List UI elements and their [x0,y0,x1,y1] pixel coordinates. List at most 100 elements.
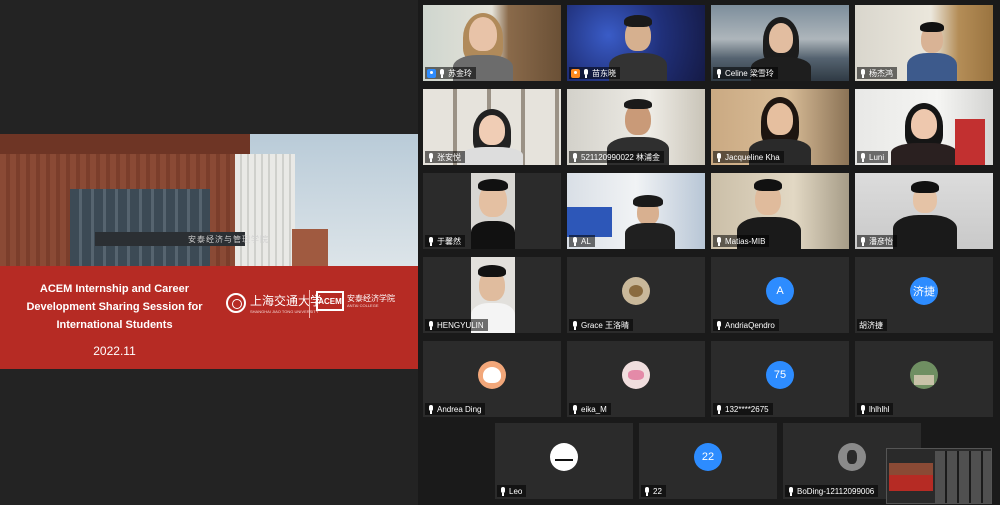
participant-name-tag: AL [569,235,595,247]
participant-name-tag: 于馨然 [425,235,465,247]
participant-name: BoDing-12112099006 [797,486,875,496]
participant-name: HENGYULIN [437,320,484,330]
participant-tile[interactable]: Jacqueline Kha [711,89,849,165]
participant-name: Jacqueline Kha [725,152,780,162]
participant-name: 于馨然 [437,236,461,246]
participant-name: Celine 梁雪玲 [725,68,774,78]
participant-name-tag: Matias-MIB [713,235,770,247]
mini-gallery-preview [935,451,991,503]
avatar [910,361,938,389]
mini-slide-preview [889,463,933,491]
sjtu-seal-icon [226,293,246,313]
microphone-icon [715,236,723,246]
participant-name-tag: 张安悦 [425,151,465,163]
participant-tile[interactable]: 张安悦 [423,89,561,165]
participant-name-tag: 潘彦怡 [857,235,897,247]
participant-name: lhlhlhl [869,404,890,414]
participant-tile[interactable]: Matias-MIB [711,173,849,249]
participant-tile[interactable]: 苗东晓 [567,5,705,81]
participant-name: Grace 王洛晴 [581,320,630,330]
participant-name-tag: 胡济捷 [857,319,887,331]
participant-name-tag: 521120990022 林浦金 [569,151,665,163]
participant-tile[interactable]: 杨杰鸿 [855,5,993,81]
participant-name-tag: Jacqueline Kha [713,151,784,163]
participant-tile[interactable]: eika_M [567,341,705,417]
avatar [838,443,866,471]
microphone-icon [859,68,867,78]
participant-name: AL [581,236,591,246]
microphone-icon [427,236,435,246]
participant-name-tag: Leo [497,485,527,497]
microphone-icon [427,152,435,162]
sjtu-subtitle: SHANGHAI JIAO TONG UNIVERSITY [250,309,319,314]
participant-name: 张安悦 [437,152,461,162]
slide-title-line: International Students [56,319,173,331]
participant-name-tag: AndriaQendro [713,319,779,331]
participant-tile[interactable]: Luni [855,89,993,165]
self-view-thumbnail[interactable] [886,448,992,504]
participant-name: Leo [509,486,523,496]
microphone-icon [427,404,435,414]
microphone-icon [859,236,867,246]
microphone-icon [715,404,723,414]
video-gallery: 苏金玲 苗东晓 Celine 梁雪玲 杨杰鸿 张安悦 521120990022 … [418,0,1000,505]
avatar: A [766,277,794,305]
co-host-badge-icon [571,68,580,78]
microphone-icon [859,152,867,162]
participant-name-tag: Luni [857,151,889,163]
microphone-icon [438,68,446,78]
participant-tile[interactable]: 苏金玲 [423,5,561,81]
participant-tile[interactable]: AL [567,173,705,249]
participant-tile[interactable]: 75 132****2675 [711,341,849,417]
participant-tile[interactable]: 22 22 [639,423,777,499]
participant-tile[interactable]: Leo [495,423,633,499]
avatar [550,443,578,471]
avatar: 75 [766,361,794,389]
participant-name-tag: HENGYULIN [425,319,488,331]
building-sign: 安泰经济与管理学院 [188,235,269,244]
participant-name: 521120990022 林浦金 [581,152,661,162]
slide-title-line: ACEM Internship and Career [39,283,190,295]
sjtu-name: 上海交通大学 [250,294,323,308]
participant-name-tag: 22 [641,485,666,497]
slide-building-roof [0,134,250,154]
microphone-icon [571,404,579,414]
participant-name: 苗东晓 [592,68,616,78]
participant-name-tag: 苏金玲 [425,67,476,79]
microphone-icon [715,152,723,162]
participant-name: 潘彦怡 [869,236,893,246]
slide-date: 2022.11 [93,344,136,358]
logo-divider [309,290,310,318]
participant-name: Luni [869,152,885,162]
participant-name: AndriaQendro [725,320,775,330]
microphone-icon [859,404,867,414]
microphone-icon [571,152,579,162]
microphone-icon [571,320,579,330]
participant-name: eika_M [581,404,607,414]
participant-tile[interactable]: A AndriaQendro [711,257,849,333]
presentation-slide: 安泰经济与管理学院 ACEM Internship and Career Dev… [0,134,418,369]
participant-name: 132****2675 [725,404,769,414]
slide-building-white [235,154,295,284]
participant-tile[interactable]: 于馨然 [423,173,561,249]
participant-tile[interactable]: Celine 梁雪玲 [711,5,849,81]
microphone-icon [787,486,795,496]
participant-name-tag: 苗东晓 [569,67,620,79]
participant-tile[interactable]: 济捷 胡济捷 [855,257,993,333]
participant-name-tag: Celine 梁雪玲 [713,67,778,79]
participant-name-tag: lhlhlhl [857,403,894,415]
participant-tile[interactable]: lhlhlhl [855,341,993,417]
avatar [622,277,650,305]
participant-tile[interactable]: 521120990022 林浦金 [567,89,705,165]
participant-tile[interactable]: Andrea Ding [423,341,561,417]
microphone-icon [715,68,723,78]
participant-tile[interactable]: HENGYULIN [423,257,561,333]
participant-tile[interactable]: 潘彦怡 [855,173,993,249]
acem-mark: ACEM [316,291,344,311]
host-badge-icon [427,68,436,78]
participant-name: 苏金玲 [448,68,472,78]
microphone-icon [582,68,590,78]
participant-name: 22 [653,486,662,496]
participant-tile[interactable]: Grace 王洛晴 [567,257,705,333]
participant-name: 杨杰鸿 [869,68,893,78]
